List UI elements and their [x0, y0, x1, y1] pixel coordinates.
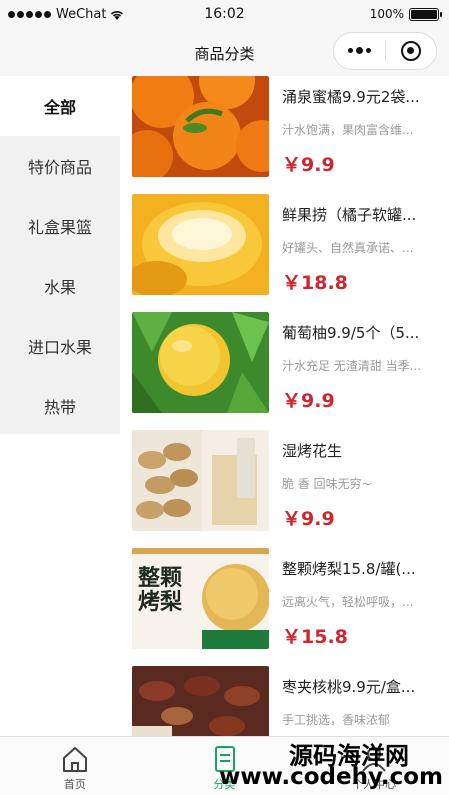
- product-desc: 汁水充足 无渣清甜 当季...: [282, 359, 422, 373]
- product-price: ￥18.8: [282, 272, 348, 294]
- tab-home[interactable]: 首页: [0, 737, 150, 795]
- product-item[interactable]: 葡萄柚9.9/5个（5... 汁水充足 无渣清甜 当季... ￥9.9: [120, 312, 449, 430]
- product-desc: 手工挑选，香味浓郁: [282, 713, 391, 727]
- product-info: 枣夹核桃9.9元/盒... 手工挑选，香味浓郁: [282, 666, 444, 736]
- sidebar-item-imported-fruit[interactable]: 进口水果: [0, 316, 120, 376]
- product-image: 整颗 烤梨: [132, 548, 269, 649]
- product-item[interactable]: 枣夹核桃9.9元/盒... 手工挑选，香味浓郁: [120, 666, 449, 736]
- status-bar: WeChat 16:02 100%: [0, 0, 449, 30]
- product-price: ￥15.8: [282, 626, 348, 648]
- product-info: 涌泉蜜橘9.9元2袋... 汁水饱满，果肉富含维... ￥9.9: [282, 76, 444, 177]
- product-image-caption: 整颗 烤梨: [138, 566, 182, 614]
- product-info: 鲜果捞（橘子软罐... 好罐头、自然真承诺、... ￥18.8: [282, 194, 444, 295]
- product-desc: 脆 香 回味无穷~: [282, 477, 372, 491]
- product-image: [132, 666, 269, 736]
- target-icon: [400, 41, 421, 61]
- battery-icon: [409, 7, 442, 21]
- product-name: 湿烤花生: [282, 442, 343, 460]
- nav-bar: 商品分类: [0, 30, 449, 76]
- product-list: 涌泉蜜橘9.9元2袋... 汁水饱满，果肉富含维... ￥9.9 鲜果捞（橘子软…: [120, 76, 449, 736]
- sidebar-item-gift-baskets[interactable]: 礼盒果篮: [0, 196, 120, 256]
- sidebar-item-all[interactable]: 全部: [0, 76, 120, 136]
- product-info: 葡萄柚9.9/5个（5... 汁水充足 无渣清甜 当季... ￥9.9: [282, 312, 444, 413]
- product-name: 涌泉蜜橘9.9元2袋...: [282, 88, 420, 106]
- product-image: [132, 430, 269, 531]
- caption-line: 烤梨: [138, 589, 183, 615]
- watermark-url: www.codehy.com: [219, 764, 443, 790]
- product-name: 鲜果捞（橘子软罐...: [282, 206, 417, 224]
- sidebar-item-fruit[interactable]: 水果: [0, 256, 120, 316]
- home-icon: [62, 747, 87, 772]
- product-desc: 好罐头、自然真承诺、...: [282, 241, 414, 255]
- tab-label: 首页: [63, 778, 86, 791]
- product-name: 葡萄柚9.9/5个（5...: [282, 324, 420, 342]
- mini-program-capsule: [333, 32, 437, 70]
- sidebar-item-tropical[interactable]: 热带: [0, 376, 120, 436]
- product-price: ￥9.9: [282, 390, 335, 412]
- caption-line: 整颗: [138, 565, 183, 591]
- product-item[interactable]: 湿烤花生 脆 香 回味无穷~ ￥9.9: [120, 430, 449, 548]
- product-item[interactable]: 涌泉蜜橘9.9元2袋... 汁水饱满，果肉富含维... ￥9.9: [120, 76, 449, 194]
- battery-percent: 100%: [369, 7, 404, 21]
- product-item[interactable]: 整颗 烤梨 整颗烤梨15.8/罐(... 远离火气，轻松呼吸，... ￥15.8: [120, 548, 449, 666]
- product-info: 湿烤花生 脆 香 回味无穷~ ￥9.9: [282, 430, 444, 531]
- product-price: ￥9.9: [282, 508, 335, 530]
- product-desc: 远离火气，轻松呼吸，...: [282, 595, 414, 609]
- product-info: 整颗烤梨15.8/罐(... 远离火气，轻松呼吸，... ￥15.8: [282, 548, 444, 649]
- product-image: [132, 312, 269, 413]
- product-name: 枣夹核桃9.9元/盒...: [282, 678, 416, 696]
- product-desc: 汁水饱满，果肉富含维...: [282, 123, 414, 137]
- status-right: 100%: [369, 7, 442, 21]
- more-icon[interactable]: [334, 47, 385, 54]
- product-item[interactable]: 鲜果捞（橘子软罐... 好罐头、自然真承诺、... ￥18.8: [120, 194, 449, 312]
- product-price: ￥9.9: [282, 154, 335, 176]
- category-sidebar: 全部 特价商品 礼盒果篮 水果 进口水果 热带: [0, 76, 120, 434]
- close-button[interactable]: [385, 41, 436, 61]
- product-name: 整颗烤梨15.8/罐(...: [282, 560, 416, 578]
- sidebar-item-specials[interactable]: 特价商品: [0, 136, 120, 196]
- product-image: [132, 194, 269, 295]
- product-image: [132, 76, 269, 177]
